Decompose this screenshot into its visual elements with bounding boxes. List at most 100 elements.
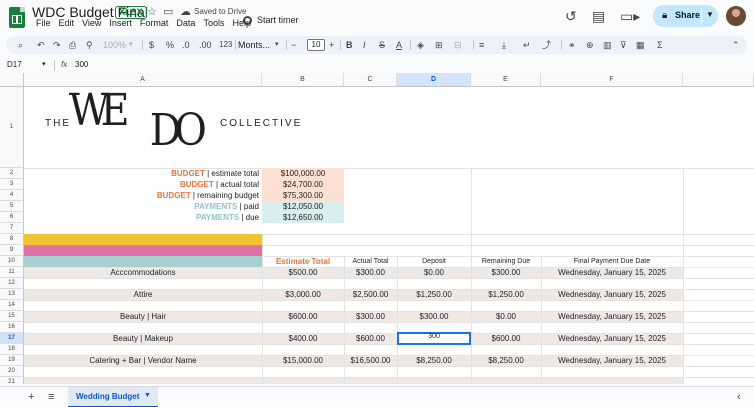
- comment-icon[interactable]: ▤: [592, 8, 605, 25]
- table-cell-estimate[interactable]: $600.00: [262, 311, 344, 322]
- header-remaining-due[interactable]: Remaining Due: [471, 256, 541, 267]
- increase-decimal-button[interactable]: .00: [199, 39, 212, 51]
- row-header[interactable]: 11: [0, 267, 24, 278]
- text-color-button[interactable]: A: [396, 39, 402, 51]
- decrease-decimal-button[interactable]: .0: [182, 39, 190, 51]
- header-actual-total[interactable]: Actual Total: [344, 256, 397, 267]
- formula-input[interactable]: 300: [75, 60, 88, 69]
- italic-button[interactable]: I: [363, 39, 366, 51]
- all-sheets-icon[interactable]: ≡: [48, 391, 54, 403]
- zoom-select[interactable]: 100%: [103, 39, 126, 51]
- star-icon[interactable]: ☆: [147, 5, 157, 18]
- menu-help[interactable]: Help: [228, 18, 255, 28]
- header-final-payment-date[interactable]: Final Payment Due Date: [541, 256, 683, 267]
- percent-format-button[interactable]: %: [166, 39, 174, 51]
- summary-value[interactable]: $24,700.00: [262, 179, 344, 190]
- row-header[interactable]: 1: [0, 87, 24, 168]
- header-estimate-total[interactable]: Estimate Total: [262, 256, 344, 267]
- name-box[interactable]: D17: [7, 60, 22, 69]
- row-header[interactable]: 13: [0, 289, 24, 300]
- print-icon[interactable]: ⎙: [69, 39, 76, 51]
- zoom-chevron-icon[interactable]: ▾: [129, 39, 133, 51]
- history-icon[interactable]: ↺: [565, 8, 577, 25]
- row-header[interactable]: 21: [0, 377, 24, 384]
- borders-icon[interactable]: ⊞: [435, 39, 443, 51]
- search-menus-icon[interactable]: ⌕: [18, 39, 23, 51]
- table-cell-actual[interactable]: $300.00: [344, 267, 397, 278]
- table-row-name[interactable]: Attire: [24, 289, 262, 300]
- table-cell-date[interactable]: Wednesday, January 15, 2025: [541, 355, 683, 366]
- menu-format[interactable]: Format: [136, 18, 173, 28]
- summary-value[interactable]: $12,050.00: [262, 201, 344, 212]
- row-header[interactable]: 17: [0, 333, 24, 344]
- row-header[interactable]: 19: [0, 355, 24, 366]
- row-header[interactable]: 18: [0, 344, 24, 355]
- share-button[interactable]: 🔒︎ Share ▼: [653, 5, 718, 27]
- table-cell-date[interactable]: Wednesday, January 15, 2025: [541, 333, 683, 344]
- row-header[interactable]: 12: [0, 278, 24, 289]
- menu-file[interactable]: File: [32, 18, 55, 28]
- table-row-name[interactable]: Beauty | Makeup: [24, 333, 262, 344]
- meet-icon[interactable]: ▭▸: [620, 8, 640, 25]
- increase-font-size-button[interactable]: +: [329, 39, 334, 51]
- link-icon[interactable]: ⚭: [568, 39, 576, 51]
- table-cell-actual[interactable]: $2,500.00: [344, 289, 397, 300]
- table-cell-remaining[interactable]: $0.00: [471, 311, 541, 322]
- name-box-chevron-icon[interactable]: ▾: [42, 60, 46, 68]
- summary-value[interactable]: $75,300.00: [262, 190, 344, 201]
- table-cell-remaining[interactable]: $300.00: [471, 267, 541, 278]
- text-rotation-icon[interactable]: ⤴: [542, 39, 551, 51]
- collapse-toolbar-icon[interactable]: ⌃: [732, 39, 740, 51]
- vertical-align-icon[interactable]: ⤓: [502, 39, 506, 51]
- menu-tools[interactable]: Tools: [199, 18, 228, 28]
- sheet-tab-chevron-icon[interactable]: ▼: [144, 392, 151, 399]
- row-header[interactable]: 15: [0, 311, 24, 322]
- row-header[interactable]: 6: [0, 212, 24, 223]
- add-sheet-icon[interactable]: +: [28, 391, 34, 403]
- bold-button[interactable]: B: [346, 39, 353, 51]
- summary-label[interactable]: PAYMENTS | due: [24, 212, 262, 223]
- filter-icon[interactable]: ⊽: [620, 39, 627, 51]
- scroll-tabs-left-icon[interactable]: ‹: [737, 391, 741, 403]
- functions-icon[interactable]: Σ: [657, 39, 663, 51]
- menu-insert[interactable]: Insert: [105, 18, 136, 28]
- paint-format-icon[interactable]: ⚲: [86, 39, 93, 51]
- currency-format-button[interactable]: $: [149, 39, 154, 51]
- row-header[interactable]: 16: [0, 322, 24, 333]
- sheet-tab-wedding-budget[interactable]: Wedding Budget ▼: [68, 387, 158, 407]
- table-row-name[interactable]: Catering + Bar | Vendor Name: [24, 355, 262, 366]
- row-header[interactable]: 2: [0, 168, 24, 179]
- table-cell-date[interactable]: Wednesday, January 15, 2025: [541, 311, 683, 322]
- table-cell-date[interactable]: Wednesday, January 15, 2025: [541, 267, 683, 278]
- column-header-e[interactable]: E: [471, 73, 541, 87]
- summary-label[interactable]: PAYMENTS | paid: [24, 201, 262, 212]
- header-deposit[interactable]: Deposit: [397, 256, 471, 267]
- start-timer-label[interactable]: Start timer: [257, 15, 299, 25]
- table-cell-actual[interactable]: $16,500.00: [344, 355, 397, 366]
- row-header[interactable]: 14: [0, 300, 24, 311]
- column-header-b[interactable]: B: [262, 73, 344, 87]
- avatar[interactable]: [726, 6, 746, 26]
- summary-label[interactable]: BUDGET | actual total: [24, 179, 262, 190]
- decrease-font-size-button[interactable]: −: [291, 39, 296, 51]
- filter-views-icon[interactable]: ▦: [636, 39, 645, 51]
- table-cell-deposit[interactable]: $1,250.00: [397, 289, 471, 300]
- column-header-g[interactable]: [683, 73, 754, 87]
- summary-label[interactable]: BUDGET | remaining budget: [24, 190, 262, 201]
- text-wrap-icon[interactable]: ↵: [523, 39, 531, 51]
- summary-label[interactable]: BUDGET | estimate total: [24, 168, 262, 179]
- insert-comment-icon[interactable]: ⊕: [586, 39, 594, 51]
- strikethrough-button[interactable]: S: [379, 39, 385, 51]
- menu-data[interactable]: Data: [172, 18, 199, 28]
- menu-view[interactable]: View: [78, 18, 105, 28]
- number-format-button[interactable]: 123: [219, 39, 232, 51]
- share-dropdown-icon[interactable]: ▼: [706, 10, 714, 19]
- column-header-d[interactable]: D: [397, 73, 471, 87]
- table-cell-deposit[interactable]: $8,250.00: [397, 355, 471, 366]
- row-header[interactable]: 3: [0, 179, 24, 190]
- font-chevron-icon[interactable]: ▾: [275, 39, 279, 51]
- row-header[interactable]: 8: [0, 234, 24, 245]
- select-all-corner[interactable]: [0, 73, 24, 87]
- table-cell-actual[interactable]: $300.00: [344, 311, 397, 322]
- table-cell-date[interactable]: Wednesday, January 15, 2025: [541, 289, 683, 300]
